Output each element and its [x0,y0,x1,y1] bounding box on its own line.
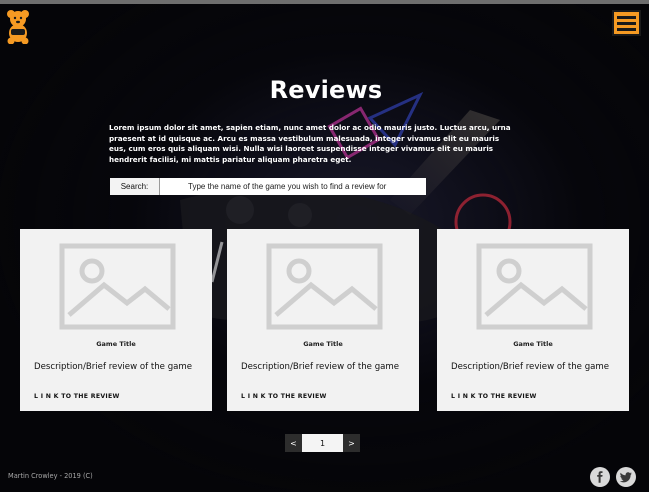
search-label: Search: [110,178,160,195]
footer-credit: Martin Crowley - 2019 (C) [8,472,93,480]
game-description: Description/Brief review of the game [451,362,610,372]
search-input[interactable] [160,178,426,195]
game-description: Description/Brief review of the game [34,362,193,372]
hamburger-menu-icon[interactable] [612,10,641,36]
search-bar: Search: [110,178,426,195]
image-placeholder-icon [476,243,593,330]
game-title: Game Title [96,340,136,348]
review-link[interactable]: L I N K TO THE REVIEW [241,393,327,400]
teddy-bear-gamepad-logo-icon[interactable] [6,8,30,45]
review-card: Game Title Description/Brief review of t… [20,229,212,411]
twitter-icon[interactable] [616,467,636,487]
game-title: Game Title [303,340,343,348]
prev-page-button[interactable]: < [285,434,302,452]
page-title: Reviews [269,76,383,104]
next-page-button[interactable]: > [343,434,360,452]
review-link[interactable]: L I N K TO THE REVIEW [34,393,120,400]
game-title: Game Title [513,340,553,348]
review-card: Game Title Description/Brief review of t… [437,229,629,411]
pagination: < 1 > [285,434,360,452]
review-card: Game Title Description/Brief review of t… [227,229,419,411]
current-page[interactable]: 1 [302,434,343,452]
intro-text: Lorem ipsum dolor sit amet, sapien etiam… [109,123,511,165]
image-placeholder-icon [59,243,176,330]
game-description: Description/Brief review of the game [241,362,400,372]
review-link[interactable]: L I N K TO THE REVIEW [451,393,537,400]
facebook-icon[interactable] [590,467,610,487]
image-placeholder-icon [266,243,383,330]
top-bar [0,0,649,4]
